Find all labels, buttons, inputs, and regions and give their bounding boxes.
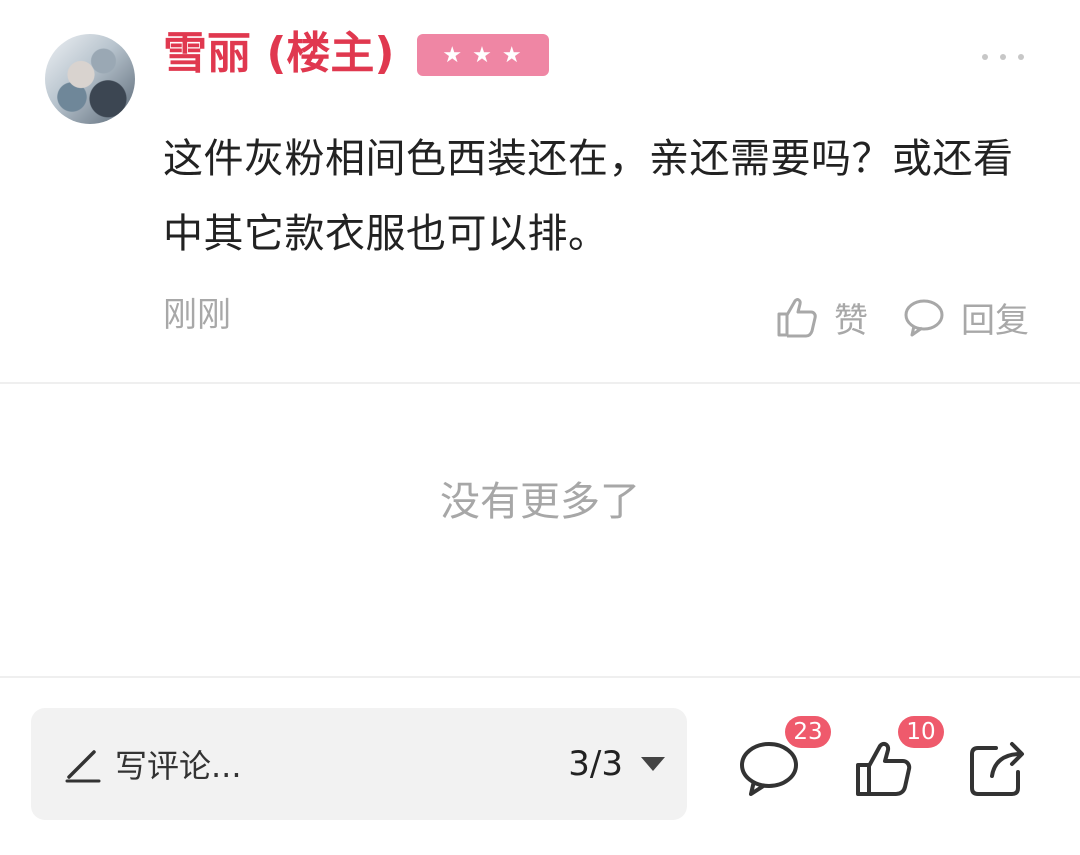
share-icon: [970, 742, 1024, 796]
no-more-text: 没有更多了: [440, 479, 640, 525]
comment-icon: [740, 742, 798, 796]
rank-badge: ★★★: [417, 34, 549, 76]
divider: [0, 382, 1080, 384]
thumbs-up-icon: [856, 741, 912, 796]
like-button[interactable]: 赞: [776, 292, 868, 342]
author-name[interactable]: 雪丽 (楼主): [163, 26, 395, 82]
comment-count-badge: 23: [785, 716, 831, 748]
like-count-badge: 10: [898, 716, 944, 748]
like-post-button[interactable]: [852, 738, 916, 798]
comment-time: 刚刚: [163, 295, 231, 335]
comment-card: 雪丽 (楼主) ★★★ 这件灰粉相间色西装还在，亲还需要吗？或还看中其它款衣服也…: [0, 0, 1080, 383]
more-icon[interactable]: [982, 46, 1024, 68]
comment-placeholder[interactable]: 写评论...: [115, 741, 242, 787]
comment-input-box[interactable]: 写评论... 3/3: [31, 708, 687, 820]
like-label: 赞: [834, 300, 868, 341]
thumbs-up-icon: [777, 298, 817, 338]
comments-button[interactable]: [738, 738, 802, 798]
pencil-icon: [65, 750, 101, 783]
share-button[interactable]: [966, 738, 1030, 798]
speech-bubble-icon: [904, 299, 944, 337]
comment-text: 这件灰粉相间色西装还在，亲还需要吗？或还看中其它款衣服也可以排。: [163, 136, 1014, 257]
reply-button[interactable]: 回复: [903, 292, 1029, 342]
divider: [0, 676, 1080, 678]
avatar[interactable]: [45, 34, 135, 124]
dropdown-arrow-icon[interactable]: [641, 757, 665, 771]
reply-label: 回复: [961, 300, 1029, 341]
page-indicator[interactable]: 3/3: [568, 744, 623, 784]
